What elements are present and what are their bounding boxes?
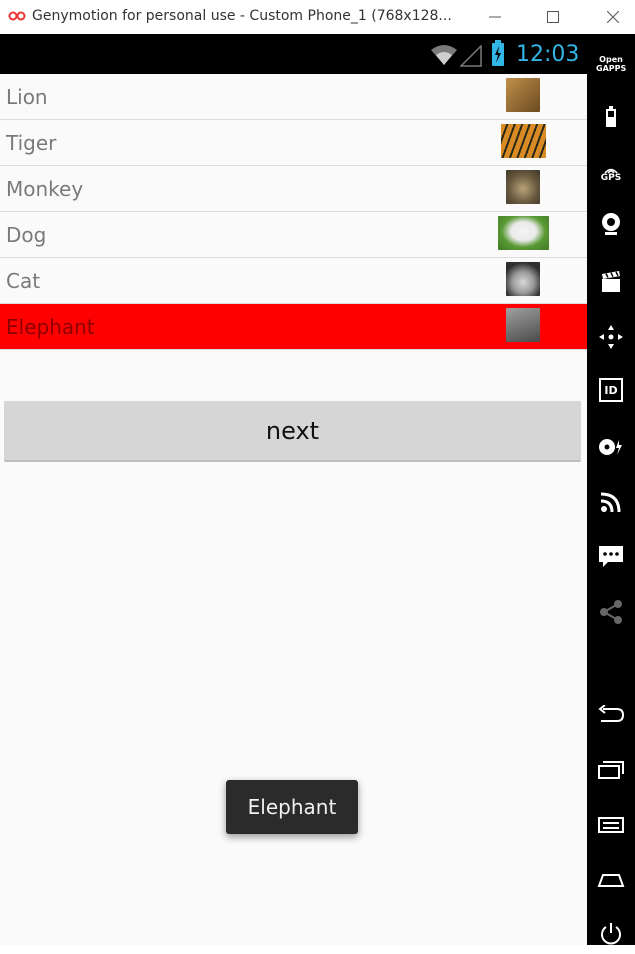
wifi-icon: [431, 45, 457, 65]
sms-button[interactable]: [587, 537, 635, 577]
opengapps-label: Open GAPPS: [596, 55, 627, 73]
webcam-button[interactable]: [587, 204, 635, 244]
lion-image: [506, 78, 540, 112]
device-id-button[interactable]: ID: [587, 370, 635, 410]
clapperboard-icon: [602, 271, 620, 292]
minimize-button[interactable]: [475, 0, 515, 34]
close-button[interactable]: [593, 0, 633, 34]
battery-widget-button[interactable]: [587, 97, 635, 137]
elephant-image: [506, 308, 540, 342]
title-bar: Genymotion for personal use - Custom Pho…: [0, 0, 635, 34]
list-item-label: Monkey: [6, 177, 84, 201]
list-item-label: Tiger: [6, 131, 57, 155]
power-icon: [601, 923, 621, 945]
emulator-toolbar: Open GAPPS GPS ID: [587, 34, 635, 945]
list-item-label: Cat: [6, 269, 41, 293]
rss-icon: [600, 492, 621, 513]
menu-icon: [598, 817, 624, 833]
list-item-elephant[interactable]: Elephant: [0, 304, 587, 350]
close-icon: [607, 11, 619, 23]
maximize-icon: [547, 11, 559, 23]
list-item-monkey[interactable]: Monkey: [0, 166, 587, 212]
list-item-tiger[interactable]: Tiger: [0, 120, 587, 166]
status-time: 12:03: [516, 42, 580, 67]
home-button[interactable]: [587, 860, 635, 900]
share-icon: [600, 600, 622, 624]
list-item-label: Elephant: [6, 315, 95, 339]
gps-label: GPS: [600, 172, 622, 183]
recent-apps-button[interactable]: [587, 750, 635, 790]
list-item-cat[interactable]: Cat: [0, 258, 587, 304]
signal-icon: [460, 45, 482, 67]
capture-button[interactable]: [587, 262, 635, 302]
dpad-button[interactable]: [587, 317, 635, 357]
webcam-icon: [602, 213, 620, 235]
list-item-label: Dog: [6, 223, 47, 247]
list-item-label: Lion: [6, 85, 48, 109]
id-label: ID: [604, 383, 618, 397]
maximize-button[interactable]: [533, 0, 573, 34]
animal-list: Lion Tiger Monkey Dog Cat Elephant: [0, 74, 587, 350]
opengapps-button[interactable]: Open GAPPS: [587, 44, 635, 84]
genymotion-logo-icon: [8, 11, 26, 21]
back-button[interactable]: [587, 694, 635, 734]
message-icon: [599, 546, 623, 567]
window-title: Genymotion for personal use - Custom Pho…: [32, 8, 452, 24]
list-item-lion[interactable]: Lion: [0, 74, 587, 120]
power-button[interactable]: [587, 914, 635, 954]
network-button[interactable]: [587, 482, 635, 522]
toast-message: Elephant: [226, 780, 358, 834]
share-button[interactable]: [587, 592, 635, 632]
recent-apps-icon: [598, 761, 624, 779]
dog-image: [498, 216, 549, 250]
tiger-image: [501, 124, 546, 158]
home-icon: [597, 874, 625, 887]
back-icon: [598, 705, 625, 722]
monkey-image: [506, 170, 540, 204]
battery-widget-icon: [606, 106, 616, 127]
gps-button[interactable]: GPS: [587, 154, 635, 194]
cat-image: [506, 262, 540, 296]
next-button[interactable]: next: [4, 401, 581, 462]
disk-io-button[interactable]: [587, 427, 635, 467]
minimize-icon: [489, 16, 501, 18]
emulator-window: Genymotion for personal use - Custom Pho…: [0, 0, 635, 945]
disk-io-icon: [599, 439, 622, 455]
list-item-dog[interactable]: Dog: [0, 212, 587, 258]
dpad-icon: [599, 325, 623, 349]
menu-button[interactable]: [587, 805, 635, 845]
battery-icon: [492, 40, 504, 66]
